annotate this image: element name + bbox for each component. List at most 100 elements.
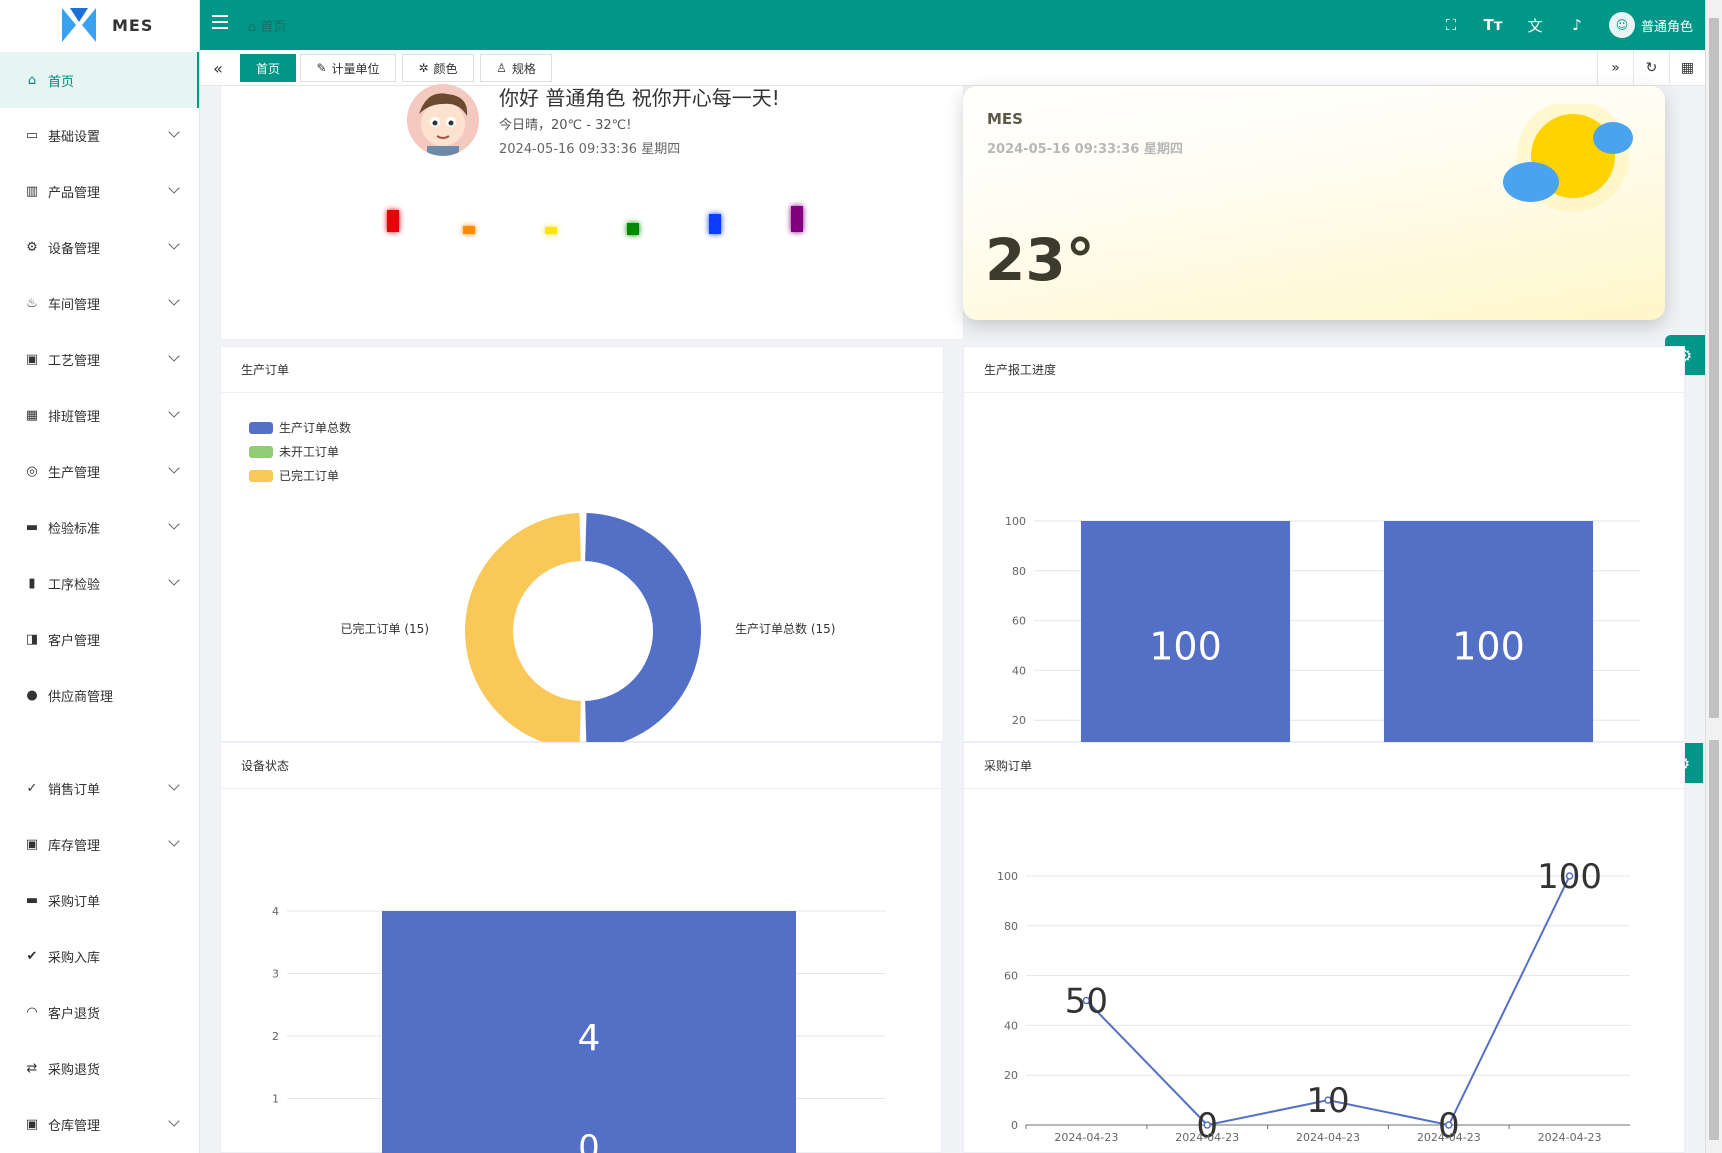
pie-slice[interactable] [465, 513, 581, 743]
chevron-down-icon[interactable] [168, 779, 180, 791]
sidebar-item-12[interactable]: ✓ 销售订单 [0, 760, 199, 816]
chevron-down-icon[interactable] [168, 350, 180, 362]
scrollbar-thumb[interactable] [1709, 18, 1719, 718]
sidebar-item-0[interactable]: ⌂ 首页 [0, 52, 199, 108]
chevron-down-icon[interactable] [168, 406, 180, 418]
chevron-down-icon[interactable] [168, 238, 180, 250]
sidebar-item-18[interactable]: ▣ 仓库管理 [0, 1096, 199, 1152]
exchange-icon: ⇄ [26, 1060, 38, 1076]
y-tick-label: 20 [1012, 714, 1026, 727]
pie-slice[interactable] [585, 513, 701, 743]
color-dot [463, 226, 475, 234]
breadcrumb[interactable]: ⌂ 首页 [248, 16, 286, 35]
tabs-scroll-right-icon[interactable]: » [1597, 50, 1633, 86]
breadcrumb-home[interactable]: 首页 [260, 20, 286, 35]
sidebar-item-label: 客户管理 [48, 633, 101, 649]
sidebar-item-6[interactable]: ▦ 排班管理 [0, 387, 199, 443]
sidebar-item-9[interactable]: ▮ 工序检验 [0, 555, 199, 611]
y-tick-label: 80 [1012, 565, 1026, 578]
user-menu[interactable]: ☺ 普通角色 [1608, 12, 1693, 38]
weather-text: 今日晴，20℃ - 32℃! [499, 118, 632, 133]
sidebar-item-label: 采购订单 [48, 894, 101, 910]
tab-label: 计量单位 [331, 61, 380, 76]
fullscreen-icon[interactable]: ⛶ [1441, 16, 1461, 34]
chevron-down-icon[interactable] [168, 1115, 180, 1127]
chevron-down-icon[interactable] [168, 574, 180, 586]
y-tick-label: 60 [1012, 615, 1026, 628]
chevron-down-icon[interactable] [168, 182, 180, 194]
chevron-down-icon[interactable] [168, 462, 180, 474]
sidebar-item-label: 设备管理 [48, 241, 101, 257]
sidebar-item-8[interactable]: ▬ 检验标准 [0, 499, 199, 555]
font-size-icon[interactable]: Tт [1483, 16, 1503, 34]
tab-2[interactable]: ✲ 颜色 [402, 54, 474, 82]
sidebar-item-4[interactable]: ♨ 车间管理 [0, 275, 199, 331]
sidebar-item-label: 工序检验 [48, 577, 101, 593]
tab-icon: ✎ [316, 61, 327, 75]
bar-chart-icon: ▥ [25, 183, 39, 199]
y-tick-label: 80 [1004, 920, 1018, 933]
sidebar-item-1[interactable]: ▭ 基础设置 [0, 107, 199, 163]
calendar-icon: ▦ [25, 407, 39, 423]
tab-1[interactable]: ✎ 计量单位 [300, 54, 396, 82]
user-icon: ● [26, 687, 38, 703]
sidebar-item-16[interactable]: ◠ 客户退货 [0, 984, 199, 1040]
y-tick-label: 40 [1004, 1019, 1018, 1032]
sun-cloud-icon [1503, 104, 1633, 212]
y-tick-label: 40 [1012, 664, 1026, 677]
double-check-icon: ✔ [26, 948, 38, 964]
sidebar-item-17[interactable]: ⇄ 采购退货 [0, 1040, 199, 1096]
warehouse-icon: ▣ [25, 1116, 39, 1132]
production-order-chart: 生产订单总数 (15)未开工订单 (0)已完工订单 (15) [341, 513, 835, 743]
hamburger-icon[interactable] [212, 15, 228, 33]
sidebar-item-15[interactable]: ✔ 采购入库 [0, 928, 199, 984]
tab-icon: ✲ [418, 61, 429, 75]
purchase-order-card: 采购订单 0 20 40 60 80 100 50 2024-04-23 0 2024-04-23… [963, 742, 1685, 1153]
color-dot [627, 223, 639, 235]
avatar[interactable]: ☺ [1608, 12, 1635, 38]
greeting-text: 你好 普通角色 祝你开心每一天! [499, 86, 780, 110]
weather-card: MES 2024-05-16 09:33:36 星期四 23° [963, 86, 1665, 320]
grid-menu-icon[interactable]: ▦ [1669, 50, 1705, 86]
scrollbar[interactable] [1705, 0, 1722, 1153]
sidebar-item-14[interactable]: ▬ 采购订单 [0, 872, 199, 928]
book-icon: ▮ [28, 575, 36, 591]
chevron-down-icon[interactable] [168, 294, 180, 306]
refresh-icon[interactable]: ↻ [1633, 50, 1669, 86]
sidebar-item-11[interactable]: ● 供应商管理 [0, 667, 199, 723]
tab-3[interactable]: ♙ 规格 [480, 54, 552, 82]
chevron-down-icon[interactable] [168, 835, 180, 847]
user-name[interactable]: 普通角色 [1641, 16, 1693, 35]
translate-icon[interactable]: 文 [1525, 15, 1545, 36]
bell-icon[interactable]: ♪ [1567, 16, 1587, 34]
logo[interactable]: MES [0, 0, 199, 50]
sidebar-item-5[interactable]: ▣ 工艺管理 [0, 331, 199, 387]
y-tick-label: 20 [1004, 1069, 1018, 1082]
tabs-scroll-left-icon[interactable]: « [200, 50, 236, 86]
tab-0[interactable]: 首页 [240, 54, 296, 82]
production-order-title: 生产订单 [221, 347, 943, 393]
contact-icon: ◨ [25, 631, 39, 647]
sidebar-item-7[interactable]: ◎ 生产管理 [0, 443, 199, 499]
welcome-card: 你好 普通角色 祝你开心每一天! 今日晴，20℃ - 32℃! 2024-05-… [220, 84, 964, 340]
tab-label: 颜色 [433, 61, 458, 76]
top-bar: ⌂ 首页 ⛶ Tт 文 ♪ ☺ 普通角色 [200, 0, 1705, 50]
equipment-status-title: 设备状态 [221, 743, 941, 789]
y-tick-label: 60 [1004, 970, 1018, 983]
bar-value-label: 4 [578, 1018, 601, 1059]
sidebar-item-2[interactable]: ▥ 产品管理 [0, 163, 199, 219]
box-icon: ▣ [25, 836, 39, 852]
sidebar-item-3[interactable]: ⚙ 设备管理 [0, 219, 199, 275]
scrollbar-thumb-lower[interactable] [1709, 740, 1719, 1140]
temperature: 23° [985, 226, 1095, 294]
tab-bar: « 首页 ✎ 计量单位 ✲ 颜色 ♙ 规格 » ↻ ▦ [200, 50, 1705, 86]
chevron-down-icon[interactable] [168, 518, 180, 530]
x-tick-label: 2024-04-23 [1054, 1131, 1118, 1144]
chevron-down-icon[interactable] [168, 126, 180, 138]
sidebar-item-13[interactable]: ▣ 库存管理 [0, 816, 199, 872]
datetime-text: 2024-05-16 09:33:36 星期四 [499, 142, 681, 157]
sidebar-item-label: 工艺管理 [48, 353, 101, 369]
sidebar-item-10[interactable]: ◨ 客户管理 [0, 611, 199, 667]
y-tick-label: 1 [272, 1093, 279, 1106]
checklist-icon: ✓ [26, 780, 38, 796]
